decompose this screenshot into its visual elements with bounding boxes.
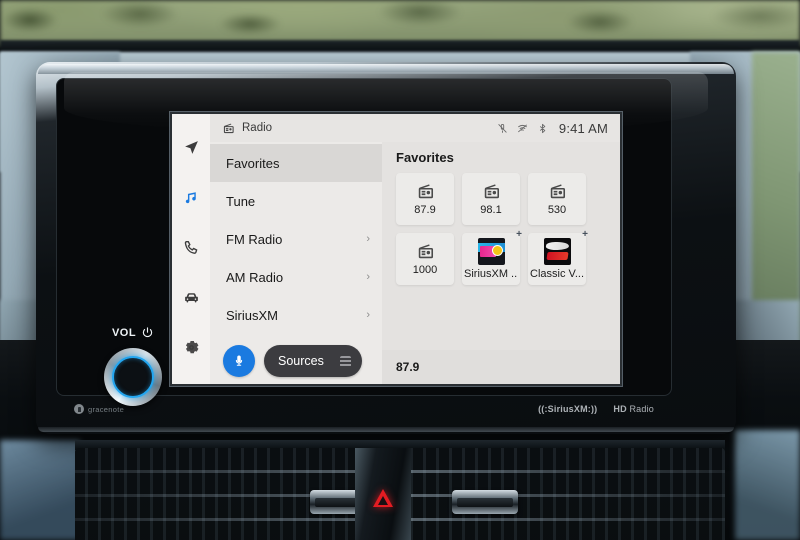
microphone-icon [235, 355, 243, 366]
hd-mark: HD [613, 404, 627, 414]
sources-button[interactable]: Sources [264, 345, 362, 377]
hd-radio-logo: HD Radio [613, 404, 654, 414]
menu-item-label: SiriusXM [226, 307, 279, 323]
favorite-tile[interactable]: 1000 [396, 233, 454, 285]
gear-icon [185, 340, 198, 353]
favorite-label: Classic V... [530, 268, 584, 280]
radio-icon [484, 184, 499, 199]
menu-item-am-radio[interactable]: AM Radio › [210, 258, 382, 296]
volume-control[interactable]: VOL [98, 326, 168, 410]
hd-radio-label: Radio [629, 404, 654, 414]
favorites-grid[interactable]: 87.9 98.1 530 1000 + SiriusXM ... + Clas… [382, 173, 620, 285]
favorites-heading: Favorites [396, 150, 454, 165]
favorite-tile[interactable]: 98.1 [462, 173, 520, 225]
chevron-right-icon: › [366, 232, 370, 245]
siriusxm-logo: ((:SiriusXM:)) [538, 404, 598, 414]
rail-item-vehicle[interactable] [172, 272, 210, 322]
favorite-label: SiriusXM ... [464, 268, 518, 280]
voice-command-button[interactable] [223, 345, 255, 377]
station-artwork [477, 238, 505, 265]
favorite-tile[interactable]: + Classic V... [528, 229, 588, 285]
clock: 9:41 AM [558, 120, 608, 136]
now-playing-bar: 87.9 [382, 350, 620, 384]
gracenote-icon [74, 404, 84, 414]
source-menu-panel[interactable]: Radio Favorites Tune FM Radio › AM Radio [210, 114, 382, 384]
radio-icon [223, 123, 234, 133]
menu-item-label: Favorites [226, 155, 280, 171]
menu-item-label: AM Radio [226, 269, 284, 285]
source-title: Radio [242, 122, 273, 134]
favorite-tile[interactable]: 530 [528, 173, 586, 225]
radio-icon [418, 244, 433, 259]
favorite-label: 87.9 [414, 204, 436, 216]
menu-footer[interactable]: Sources [210, 338, 382, 384]
source-header: Radio [210, 114, 382, 142]
hazard-triangle-icon [373, 489, 393, 507]
car-icon [184, 292, 198, 302]
audio-brands: ((:SiriusXM:)) HD Radio [538, 404, 654, 414]
volume-label: VOL [111, 326, 137, 339]
favorites-panel[interactable]: 9:41 AM Favorites 87.9 98.1 530 1000 + S… [382, 114, 620, 384]
infotainment-screen[interactable]: Radio Favorites Tune FM Radio › AM Radio [172, 114, 620, 384]
power-icon [142, 327, 153, 338]
station-artwork [543, 238, 571, 265]
status-bar: 9:41 AM [382, 114, 620, 142]
rail-item-media[interactable] [172, 172, 210, 222]
rail-item-navigation[interactable] [172, 122, 210, 172]
phone-icon [184, 240, 197, 254]
favorite-label: 98.1 [480, 204, 502, 216]
app-rail[interactable] [172, 114, 210, 384]
hazard-light-button[interactable] [370, 486, 396, 510]
sources-label: Sources [278, 354, 324, 368]
menu-item-label: Tune [226, 193, 256, 209]
music-note-icon [185, 191, 196, 203]
volume-knob-ring [112, 356, 154, 398]
volume-knob[interactable] [104, 348, 162, 406]
siriusxm-plus-badge: + [582, 229, 588, 240]
radio-icon [550, 184, 565, 199]
favorite-tile[interactable]: + SiriusXM ... [462, 229, 522, 285]
rail-item-settings[interactable] [172, 322, 210, 372]
volume-label-row: VOL [98, 326, 168, 339]
source-menu-list[interactable]: Favorites Tune FM Radio › AM Radio › Sir… [210, 142, 382, 338]
rail-item-phone[interactable] [172, 222, 210, 272]
signal-off-icon [518, 124, 527, 132]
list-icon [340, 355, 351, 367]
menu-item-label: FM Radio [226, 231, 283, 247]
menu-item-tune[interactable]: Tune [210, 182, 382, 220]
siriusxm-plus-badge: + [516, 229, 522, 240]
menu-item-favorites[interactable]: Favorites [210, 144, 382, 182]
vent-direction-knob-right[interactable] [452, 490, 518, 514]
radio-icon [418, 184, 433, 199]
favorite-label: 530 [547, 204, 567, 216]
navigation-arrow-icon [184, 140, 198, 154]
mic-muted-icon [498, 123, 507, 133]
chevron-right-icon: › [366, 308, 370, 321]
artwork-badge [491, 245, 503, 256]
console-glass-right [735, 430, 800, 540]
chevron-right-icon: › [366, 270, 370, 283]
favorite-tile[interactable]: 87.9 [396, 173, 454, 225]
vehicle-interior-scene: Radio Favorites Tune FM Radio › AM Radio [0, 0, 800, 540]
menu-item-fm-radio[interactable]: FM Radio › [210, 220, 382, 258]
console-glass-left [0, 440, 80, 540]
menu-item-siriusxm[interactable]: SiriusXM › [210, 296, 382, 334]
bluetooth-icon [539, 123, 546, 133]
favorite-label: 1000 [412, 264, 438, 276]
